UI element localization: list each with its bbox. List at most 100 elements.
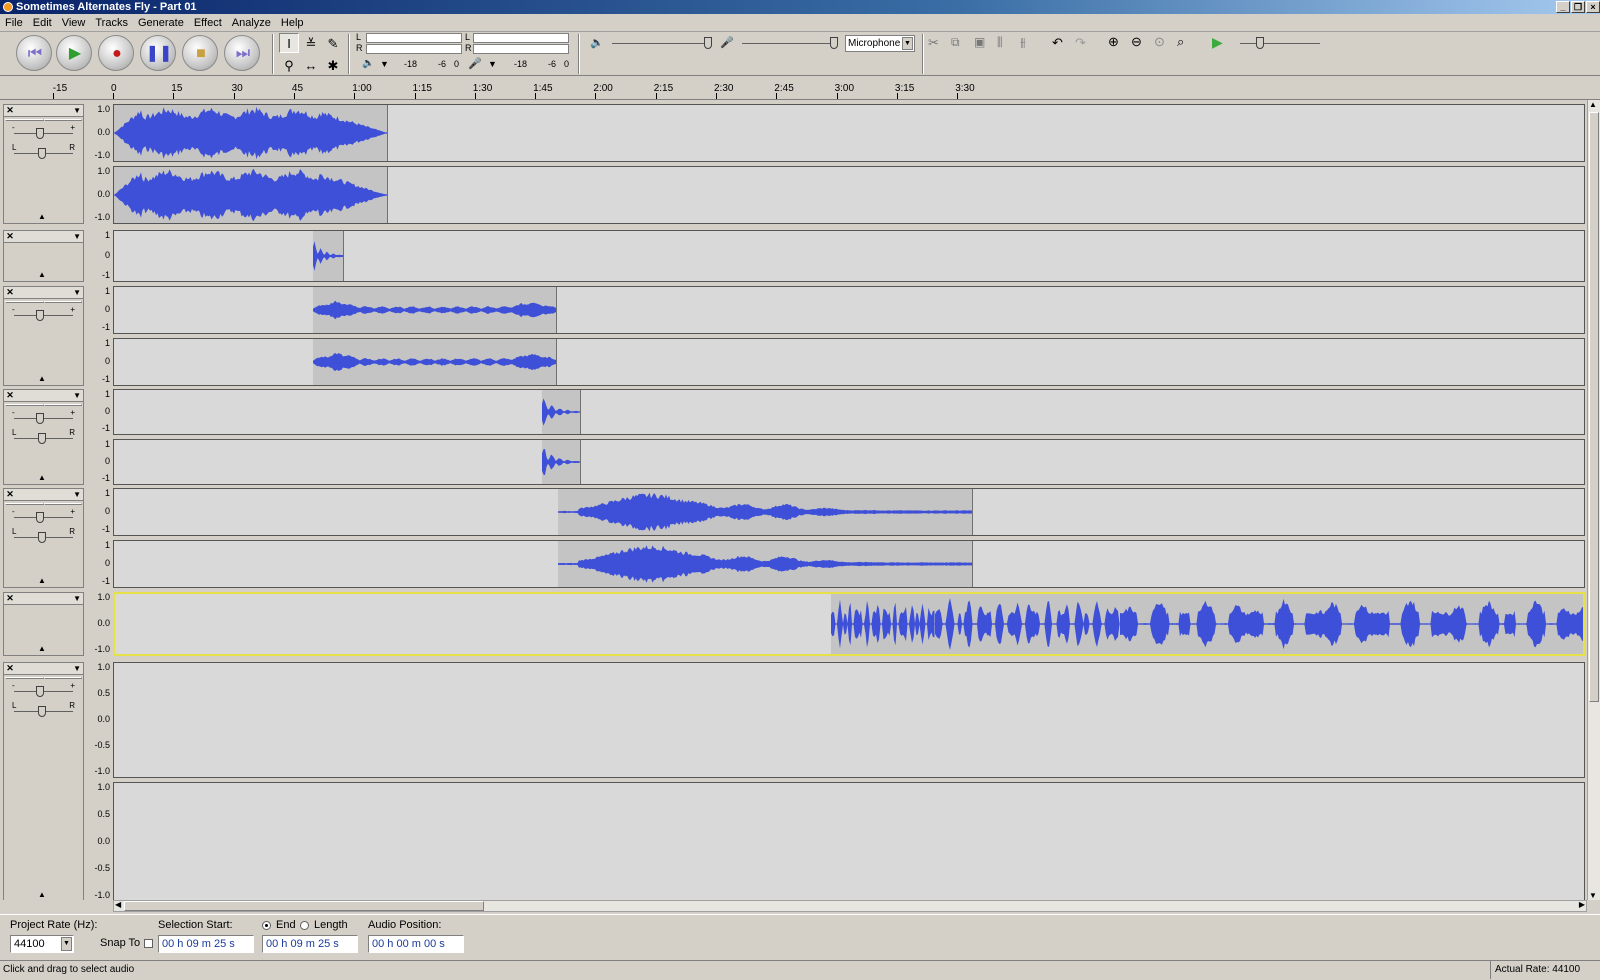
multi-tool-icon[interactable]: ✱ [323, 55, 343, 75]
collapse-track-icon[interactable]: ▲ [38, 270, 46, 279]
skip-start-button[interactable]: ⏮ [16, 35, 52, 71]
input-menu-icon[interactable]: ▼ [488, 59, 497, 69]
fit-selection-icon[interactable]: ⊙ [1154, 34, 1165, 50]
scroll-left-icon[interactable]: ◀ [115, 900, 121, 909]
solo-button[interactable] [43, 404, 82, 406]
gain-slider[interactable]: - + [10, 123, 77, 143]
menu-view[interactable]: View [57, 14, 91, 29]
vertical-scroll-thumb[interactable] [1589, 112, 1599, 702]
track-header[interactable]: ✕ ▼ [4, 489, 83, 501]
solo-button[interactable] [43, 119, 82, 121]
track-channel[interactable] [113, 540, 1585, 588]
track-channel[interactable] [113, 488, 1585, 536]
restore-button[interactable]: ❐ [1571, 1, 1585, 13]
vertical-scrollbar[interactable]: ▲ ▼ [1587, 100, 1600, 900]
end-radio[interactable] [262, 919, 271, 931]
play-at-speed-icon[interactable]: ▶ [1212, 34, 1223, 51]
menu-analyze[interactable]: Analyze [227, 14, 276, 29]
collapse-track-icon[interactable]: ▲ [38, 890, 46, 899]
track-control-panel[interactable]: ✕ ▼ ▲ [3, 592, 84, 656]
pan-slider[interactable]: LR [10, 527, 77, 547]
close-track-icon[interactable]: ✕ [5, 663, 15, 674]
track-header[interactable]: ✕ ▼ [4, 663, 83, 675]
track-channel[interactable] [113, 338, 1585, 386]
audio-clip[interactable] [312, 339, 557, 385]
project-rate-select[interactable]: 44100 ▼ [10, 935, 74, 953]
trim-icon[interactable]: ⫼ [997, 35, 1003, 50]
track-header[interactable]: ✕ ▼ [4, 287, 83, 299]
pause-button[interactable]: ❚❚ [140, 35, 176, 71]
audio-clip[interactable] [558, 489, 973, 535]
cut-icon[interactable]: ✂ [928, 35, 939, 51]
audio-clip[interactable] [312, 287, 557, 333]
output-volume-slider[interactable] [612, 43, 712, 44]
play-speed-thumb[interactable] [1256, 37, 1264, 49]
track-control-panel[interactable]: ✕ ▼ ▲ [3, 230, 84, 282]
minimize-button[interactable]: _ [1556, 1, 1570, 13]
audio-clip[interactable] [312, 231, 344, 281]
collapse-track-icon[interactable]: ▲ [38, 576, 46, 585]
menu-help[interactable]: Help [276, 14, 309, 29]
close-track-icon[interactable]: ✕ [5, 231, 15, 242]
menu-tracks[interactable]: Tracks [90, 14, 133, 29]
track-control-panel[interactable]: ✕ ▼ - + L R ▲ [3, 488, 84, 588]
microphone-icon[interactable]: 🎤 [468, 57, 482, 70]
paste-icon[interactable]: ▣ [974, 35, 985, 49]
audio-clip[interactable] [114, 167, 388, 223]
track-menu-icon[interactable]: ▼ [73, 663, 81, 674]
copy-icon[interactable]: ⧉ [951, 35, 960, 50]
track-control-panel[interactable]: ✕ ▼ - + L R ▲ [3, 389, 84, 485]
menu-effect[interactable]: Effect [189, 14, 227, 29]
stop-button[interactable]: ■ [182, 35, 218, 71]
track-channel[interactable] [113, 389, 1585, 435]
selection-start-field[interactable]: 00 h 09 m 25 s [158, 935, 254, 953]
mute-button[interactable] [5, 677, 44, 679]
track-header[interactable]: ✕ ▼ [4, 231, 83, 243]
solo-button[interactable] [43, 503, 82, 505]
zoom-out-icon[interactable]: ⊖ [1131, 34, 1142, 50]
collapse-track-icon[interactable]: ▲ [38, 212, 46, 221]
close-track-icon[interactable]: ✕ [5, 593, 15, 604]
record-button[interactable]: ● [98, 35, 134, 71]
track-menu-icon[interactable]: ▼ [73, 231, 81, 242]
menu-generate[interactable]: Generate [133, 14, 189, 29]
mute-button[interactable] [5, 503, 44, 505]
track-channel[interactable] [113, 592, 1585, 656]
collapse-track-icon[interactable]: ▲ [38, 374, 46, 383]
audio-clip[interactable] [542, 440, 581, 484]
track-channel[interactable] [113, 230, 1585, 282]
close-track-icon[interactable]: ✕ [5, 489, 15, 500]
input-device-select[interactable]: Microphone ▼ [845, 35, 915, 52]
menu-edit[interactable]: Edit [28, 14, 57, 29]
track-menu-icon[interactable]: ▼ [73, 593, 81, 604]
solo-button[interactable] [43, 301, 82, 303]
snap-to-checkbox[interactable] [144, 937, 153, 949]
track-channel[interactable] [113, 286, 1585, 334]
scroll-right-icon[interactable]: ▶ [1579, 900, 1585, 909]
timeshift-tool-icon[interactable]: ↔ [301, 55, 321, 75]
undo-icon[interactable]: ↶ [1052, 35, 1063, 51]
close-window-button[interactable]: × [1586, 1, 1600, 13]
zoom-in-icon[interactable]: ⊕ [1108, 34, 1119, 50]
selection-end-field[interactable]: 00 h 09 m 25 s [262, 935, 358, 953]
output-menu-icon[interactable]: ▼ [380, 59, 389, 69]
play-button[interactable]: ▶ [56, 35, 92, 71]
skip-end-button[interactable]: ⏭ [224, 35, 260, 71]
draw-tool-icon[interactable]: ✎ [323, 33, 343, 53]
track-channel[interactable] [113, 104, 1585, 162]
track-header[interactable]: ✕ ▼ [4, 390, 83, 402]
horizontal-scrollbar[interactable]: ◀ ▶ [113, 900, 1587, 912]
track-menu-icon[interactable]: ▼ [73, 105, 81, 116]
track-header[interactable]: ✕ ▼ [4, 105, 83, 117]
menu-file[interactable]: File [0, 14, 28, 29]
pan-slider[interactable]: LR [10, 701, 77, 721]
audio-clip[interactable] [542, 390, 581, 434]
audio-clip[interactable] [830, 594, 936, 654]
track-menu-icon[interactable]: ▼ [73, 489, 81, 500]
gain-slider[interactable]: - + [10, 408, 77, 428]
input-volume-slider[interactable] [742, 43, 836, 44]
mute-button[interactable] [5, 119, 44, 121]
output-volume-thumb[interactable] [704, 37, 712, 49]
horizontal-scroll-thumb[interactable] [124, 901, 484, 911]
length-radio[interactable] [300, 919, 309, 931]
